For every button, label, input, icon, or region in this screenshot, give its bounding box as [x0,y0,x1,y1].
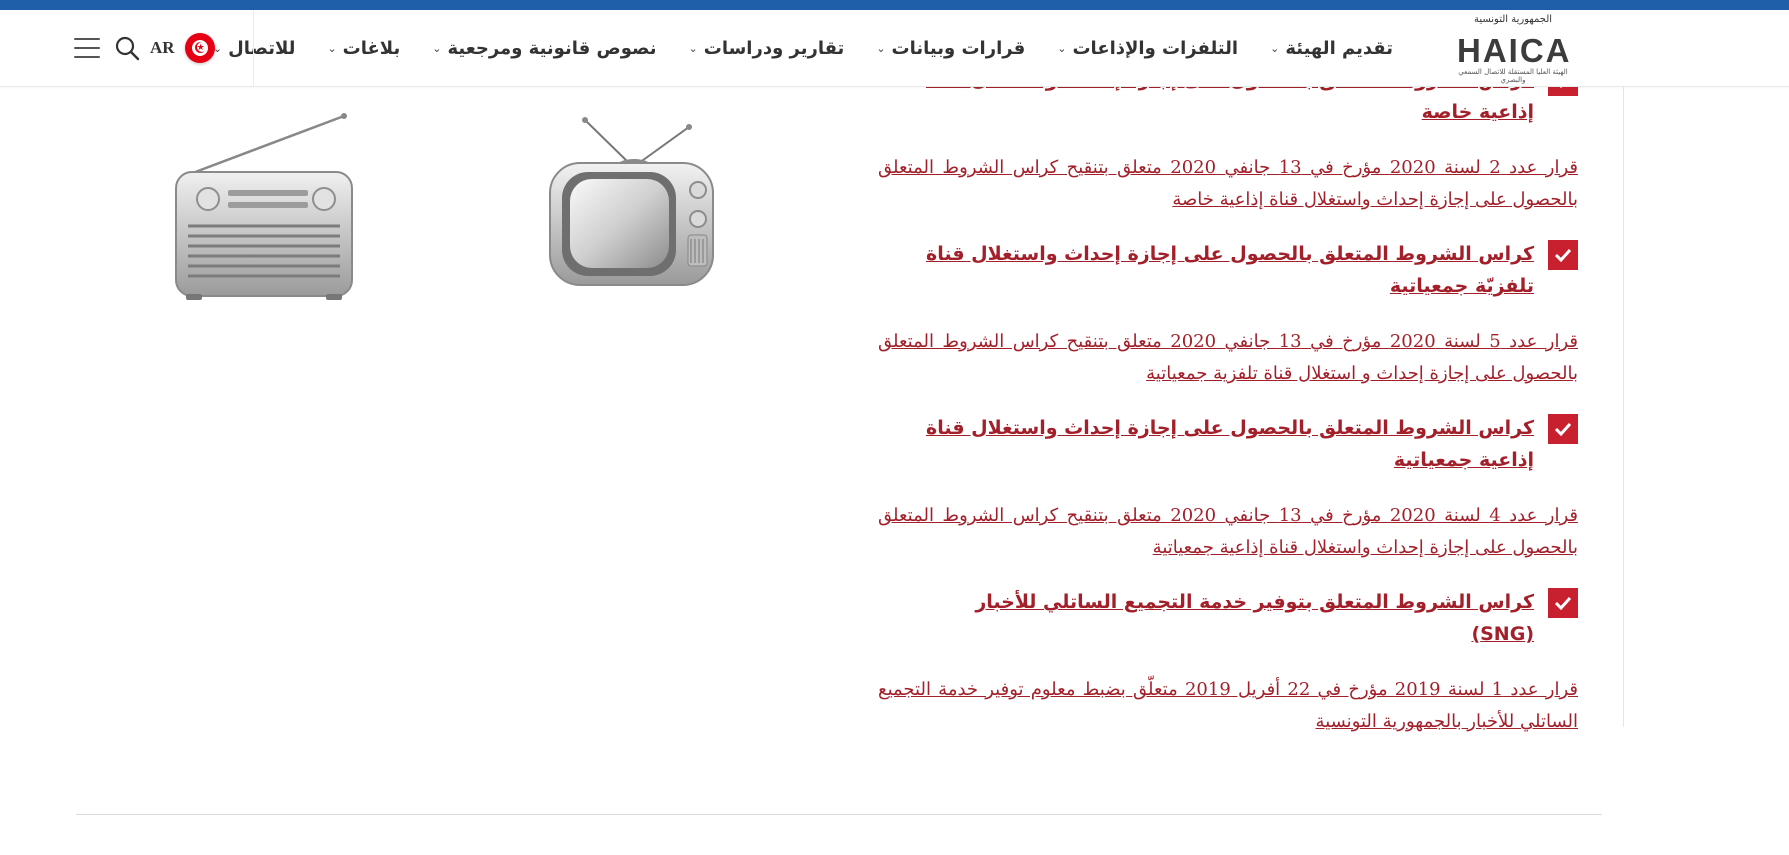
nav-item-label: قرارات وبيانات [891,37,1026,59]
hamburger-menu-icon[interactable] [74,38,100,58]
nav-item-contact[interactable]: للاتصال ⌄ [213,38,296,59]
nav-item-decisions[interactable]: قرارات وبيانات ⌄ [876,38,1025,59]
language-switch[interactable]: AR [150,38,175,58]
radio-icon [175,113,353,300]
checkmark-icon [1554,596,1572,610]
checkbox-checked[interactable] [1548,588,1578,618]
specification-link[interactable]: كراس الشروط المتعلق بالحصول على إجازة إح… [914,238,1534,302]
checkmark-icon [1554,248,1572,262]
specification-link[interactable]: كراس الشروط المتعلق بالحصول على إجازة إح… [914,412,1534,476]
specification-link[interactable]: كراس الشروط المتعلق بتوفير خدمة التجميع … [914,586,1534,650]
nav-item-label: تقارير ودراسات [703,37,845,59]
chevron-down-icon: ⌄ [1270,41,1280,55]
top-stripe [0,0,1789,10]
chevron-down-icon: ⌄ [327,41,337,55]
decision-link[interactable]: قرار عدد 5 لسنة 2020 مؤرخ في 13 جانفي 20… [878,326,1578,390]
checkbox-checked[interactable] [1548,414,1578,444]
nav-item-reports[interactable]: تقارير ودراسات ⌄ [689,38,845,59]
nav-item-label: للاتصال [228,37,296,59]
chevron-down-icon: ⌄ [432,41,442,55]
site-header: الجمهورية التونسية HAICA الهيئة العليا ا… [0,10,1789,87]
chevron-down-icon: ⌄ [688,41,698,55]
logo-top-text: الجمهورية التونسية [1473,14,1553,25]
list-item: كراس الشروط المتعلق بالحصول على إجازة إح… [878,412,1578,476]
content-divider [1623,86,1624,727]
chevron-down-icon: ⌄ [1057,41,1067,55]
haica-logo[interactable]: الجمهورية التونسية HAICA الهيئة العليا ا… [1457,12,1572,84]
nav-item-tv-radio[interactable]: التلفزات والإذاعات ⌄ [1057,38,1238,59]
decision-link[interactable]: قرار عدد 1 لسنة 2019 مؤرخ في 22 أفريل 20… [878,674,1578,738]
conditions-list: كراس الشروط المتعلق بالحصول على إجازة إح… [878,64,1578,760]
nav-item-label: التلفزات والإذاعات [1072,37,1239,59]
header-tools: AR ★ [74,10,215,86]
nav-item-announcements[interactable]: بلاغات ⌄ [327,38,400,59]
search-icon[interactable] [114,35,140,61]
decision-link[interactable]: قرار عدد 2 لسنة 2020 مؤرخ في 13 جانفي 20… [878,152,1578,216]
nav-item-label: تقديم الهيئة [1285,37,1393,59]
nav-item-label: نصوص قانونية ومرجعية [447,37,657,59]
logo-word: HAICA [1457,32,1572,69]
nav-separator [253,10,254,86]
chevron-down-icon: ⌄ [876,41,886,55]
list-item: كراس الشروط المتعلق بالحصول على إجازة إح… [878,238,1578,302]
decision-link[interactable]: قرار عدد 4 لسنة 2020 مؤرخ في 13 جانفي 20… [878,500,1578,564]
list-item: كراس الشروط المتعلق بتوفير خدمة التجميع … [878,586,1578,650]
nav-item-label: بلاغات [342,37,401,59]
main-nav: تقديم الهيئة ⌄ التلفزات والإذاعات ⌄ قرار… [181,10,1393,86]
logo-bottom-text: الهيئة العليا المستقلة للاتصال السمعي وا… [1458,68,1568,84]
footer-divider [76,814,1602,815]
nav-item-about[interactable]: تقديم الهيئة ⌄ [1270,38,1393,59]
tunisia-flag-icon[interactable]: ★ [184,33,215,63]
nav-item-legal-texts[interactable]: نصوص قانونية ومرجعية ⌄ [432,38,656,59]
checkmark-icon [1554,422,1572,436]
television-icon [549,117,714,286]
checkbox-checked[interactable] [1548,240,1578,270]
